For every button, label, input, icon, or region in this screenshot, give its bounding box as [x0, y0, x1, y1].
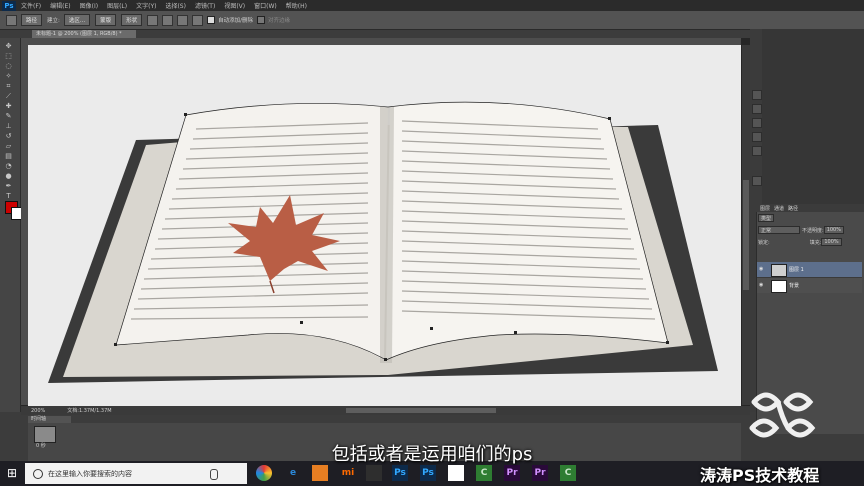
dodge-tool-icon[interactable]: ●: [4, 172, 13, 180]
align-edges-checkbox[interactable]: [257, 16, 266, 24]
history-brush-icon[interactable]: ↺: [4, 132, 13, 140]
gear-icon[interactable]: [192, 14, 204, 26]
healing-tool-icon[interactable]: ✚: [4, 102, 13, 110]
opacity-field[interactable]: 100%: [823, 226, 844, 234]
lock-row: 锁定: 填充: 100%: [758, 238, 862, 246]
tab-layers[interactable]: 图层: [760, 205, 770, 212]
menu-file[interactable]: 文件(F): [21, 1, 41, 10]
mode-select[interactable]: 路径: [21, 14, 43, 26]
auto-add-delete-checkbox[interactable]: [207, 16, 216, 24]
premiere-taskbar-icon[interactable]: Pr: [532, 465, 548, 481]
gradient-tool-icon[interactable]: ▤: [4, 152, 13, 160]
document-tab[interactable]: 未标题-1 @ 200% (图层 1, RGB/8) *: [32, 30, 136, 38]
watermark-text: 涛涛PS技术教程: [700, 466, 820, 485]
eye-icon[interactable]: ◉: [759, 266, 765, 272]
document-size: 文档:1.37M/1.37M: [67, 408, 112, 414]
open-book-image: [48, 101, 718, 383]
shape-button[interactable]: 形状: [121, 14, 143, 26]
layer-thumbnail: [771, 280, 787, 293]
brush-tool-icon[interactable]: ✎: [4, 112, 13, 120]
path-alignment-icon[interactable]: [162, 14, 174, 26]
photoshop-logo: Ps: [2, 0, 16, 11]
windows-start-icon[interactable]: ⊞: [2, 463, 22, 484]
auto-add-delete-label: 自动添加/删除: [218, 18, 254, 24]
mask-button[interactable]: 蒙版: [95, 14, 117, 26]
pen-tool-icon[interactable]: [6, 14, 17, 26]
horizontal-scroll-thumb[interactable]: [346, 408, 496, 413]
brush-panel-icon[interactable]: [752, 176, 762, 186]
photoshop-taskbar-icon[interactable]: Ps: [392, 465, 408, 481]
lock-label: 锁定:: [758, 239, 770, 246]
timeline-tab[interactable]: 时间轴: [28, 416, 71, 423]
tools-panel: ✥ ⬚ ◌ ✧ ⌗ ⟋ ✚ ✎ ⊥ ↺ ▱ ▤ ◔ ● ✒ T: [0, 38, 24, 412]
eye-icon[interactable]: ◉: [759, 282, 765, 288]
document-canvas[interactable]: [28, 45, 741, 406]
blur-tool-icon[interactable]: ◔: [4, 162, 13, 170]
history-panel-icon[interactable]: [752, 90, 762, 100]
document-app-icon[interactable]: [448, 465, 464, 481]
eraser-tool-icon[interactable]: ▱: [4, 142, 13, 150]
opacity-label: 不透明度:: [802, 227, 824, 234]
type-tool-icon[interactable]: T: [4, 192, 13, 200]
menu-type[interactable]: 文字(Y): [136, 1, 156, 10]
menu-edit[interactable]: 编辑(E): [50, 1, 70, 10]
blend-row: 正常 不透明度: 100%: [758, 226, 862, 234]
tab-channels[interactable]: 通道: [774, 205, 784, 212]
layer-filter-row: 类型: [758, 214, 862, 222]
eyedropper-tool-icon[interactable]: ⟋: [4, 92, 13, 100]
layer-row[interactable]: ◉ 图层 1: [757, 262, 862, 277]
layer-row[interactable]: ◉ 背景: [757, 277, 862, 293]
cortana-icon: [33, 468, 43, 479]
fill-field[interactable]: 100%: [821, 238, 842, 246]
marquee-tool-icon[interactable]: ⬚: [4, 52, 13, 60]
vertical-scroll-thumb[interactable]: [743, 180, 749, 290]
align-edges-label: 对齐边缘: [268, 18, 291, 24]
properties-panel-icon[interactable]: [752, 104, 762, 114]
blend-mode-select[interactable]: 正常: [758, 226, 800, 234]
photoshop-taskbar-icon[interactable]: Ps: [420, 465, 436, 481]
menu-layer[interactable]: 图层(L): [107, 1, 127, 10]
layer-name: 背景: [789, 283, 800, 289]
layer-kind-select[interactable]: 类型: [758, 214, 775, 222]
menu-view[interactable]: 视图(V): [224, 1, 245, 10]
c-app-icon[interactable]: C: [560, 465, 576, 481]
menu-bar: Ps 文件(F) 编辑(E) 图像(I) 图层(L) 文字(Y) 选择(S) 滤…: [0, 0, 864, 11]
pinned-app-icon[interactable]: [366, 465, 382, 481]
file-explorer-icon[interactable]: [312, 465, 328, 481]
stamp-tool-icon[interactable]: ⊥: [4, 122, 13, 130]
layers-panel-tabs: 图层 通道 路径: [756, 204, 864, 212]
book-gutter: [380, 107, 394, 363]
menu-filter[interactable]: 滤镜(T): [195, 1, 215, 10]
menu-window[interactable]: 窗口(W): [254, 1, 277, 10]
menu-help[interactable]: 帮助(H): [286, 1, 307, 10]
paragraph-panel-icon[interactable]: [752, 146, 762, 156]
zoom-level[interactable]: 200%: [31, 408, 45, 414]
character-panel-icon[interactable]: [752, 132, 762, 142]
collapsed-panel-area: [762, 29, 864, 204]
layer-thumbnail: [771, 264, 787, 277]
move-tool-icon[interactable]: ✥: [4, 42, 13, 50]
layer-name: 图层 1: [789, 267, 804, 273]
menu-select[interactable]: 选择(S): [165, 1, 186, 10]
crop-tool-icon[interactable]: ⌗: [4, 82, 13, 90]
quick-select-tool-icon[interactable]: ✧: [4, 72, 13, 80]
adjustments-panel-icon[interactable]: [752, 118, 762, 128]
search-placeholder: 在这里输入你要搜索的内容: [48, 469, 132, 478]
pinwheel-app-icon[interactable]: [256, 465, 272, 481]
menu-image[interactable]: 图像(I): [80, 1, 98, 10]
mi-app-icon[interactable]: mi: [340, 465, 356, 481]
fill-label: 填充:: [809, 239, 822, 246]
lasso-tool-icon[interactable]: ◌: [4, 62, 13, 70]
tab-paths[interactable]: 路径: [788, 205, 798, 212]
edge-browser-icon[interactable]: e: [285, 465, 301, 481]
c-app-icon[interactable]: C: [476, 465, 492, 481]
premiere-taskbar-icon[interactable]: Pr: [504, 465, 520, 481]
path-arrangement-icon[interactable]: [177, 14, 189, 26]
path-operations-icon[interactable]: [147, 14, 159, 26]
selection-button[interactable]: 选区...: [63, 14, 91, 26]
make-label: 建立:: [47, 18, 60, 24]
options-bar: 路径 建立: 选区... 蒙版 形状 自动添加/删除 对齐边缘: [0, 11, 864, 30]
microphone-icon[interactable]: [210, 469, 218, 480]
pen-tool-icon[interactable]: ✒: [4, 182, 13, 190]
